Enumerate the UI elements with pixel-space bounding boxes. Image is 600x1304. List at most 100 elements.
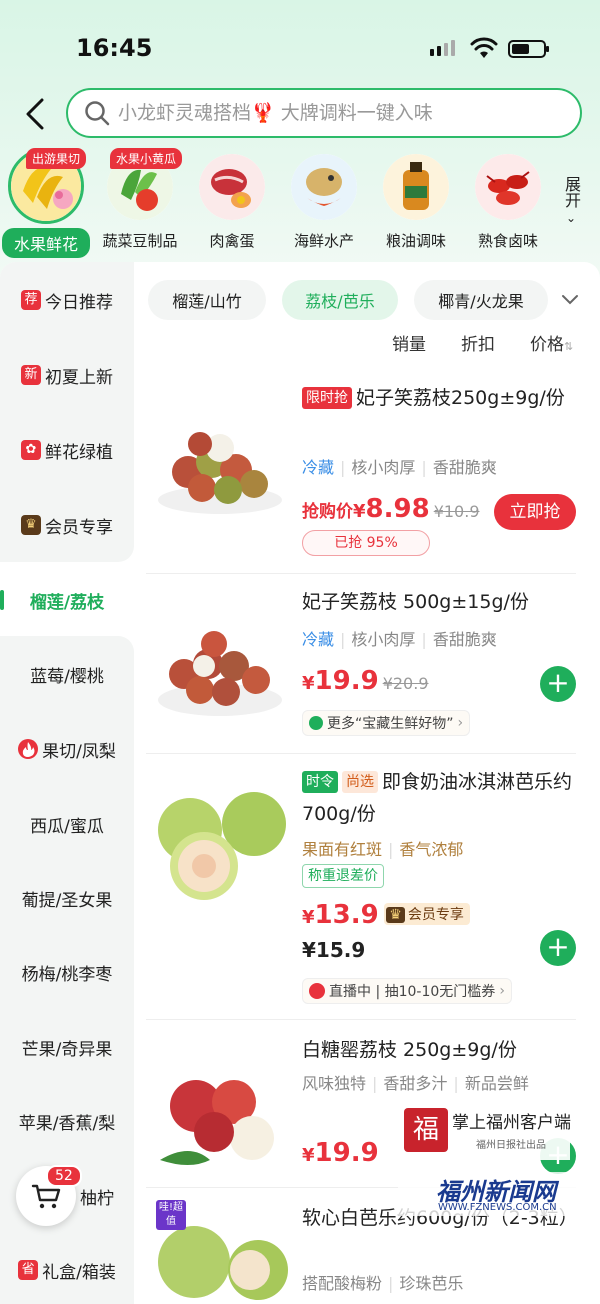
category-meat-eggs[interactable]: 肉禽蛋 <box>186 148 278 251</box>
subcategory-tabs: 榴莲/山竹 荔枝/芭乐 椰青/火龙果 <box>148 280 600 320</box>
watermark-subtitle: 福州日报社出品 <box>476 1140 546 1151</box>
tab-coconut[interactable]: 椰青/火龙果 <box>414 280 548 320</box>
sold-progress: 已抢 95% <box>302 530 430 556</box>
attr: 果面有红斑 <box>302 840 383 859</box>
search-icon <box>85 101 110 126</box>
sidebar-item-cut-fruit[interactable]: 果切/凤梨 <box>0 729 134 769</box>
sort-discount[interactable]: 折扣 <box>461 330 495 355</box>
category-promo-tag: 出游果切 <box>26 148 87 169</box>
sidebar-item-grape[interactable]: 葡提/圣女果 <box>0 878 134 918</box>
product-price: 抢购价¥8.98 ¥10.9 <box>302 494 480 524</box>
attr: 香甜脆爽 <box>432 458 497 477</box>
product-name: 妃子笑荔枝 500g±15g/份 <box>302 591 529 613</box>
battery-icon <box>508 40 549 58</box>
category-label: 海鲜水产 <box>293 232 354 250</box>
sidebar-item-bayberry[interactable]: 杨梅/桃李枣 <box>0 952 134 992</box>
sidebar-item-flowers[interactable]: ✿ 鲜花绿植 <box>0 430 134 470</box>
recommend-icon: 荐 <box>21 290 41 310</box>
new-icon: 新 <box>21 365 41 385</box>
category-vegetables[interactable]: 水果小黄瓜 蔬菜豆制品 <box>94 148 186 251</box>
status-time: 16:45 <box>76 34 153 62</box>
crayfish-image <box>475 154 541 220</box>
product-price: ¥19.9 <box>302 1138 379 1168</box>
lychee-image <box>158 432 282 514</box>
add-to-cart-button[interactable]: + <box>540 930 576 966</box>
live-label: 直播中 | 抽10-10无门槛券 <box>329 984 496 1000</box>
add-to-cart-button[interactable]: + <box>540 666 576 702</box>
watermark-site: 福州新闻网 WWW.FZNEWS.COM.CN <box>398 1172 578 1216</box>
sidebar-item-apple[interactable]: 苹果/香蕉/梨 <box>0 1101 134 1141</box>
member-label: 会员专享 <box>407 907 464 923</box>
sort-sales[interactable]: 销量 <box>392 330 426 355</box>
attr-cold: 冷藏 <box>302 458 335 477</box>
sidebar-item-label: 礼盒/箱装 <box>42 1262 116 1283</box>
guava-image <box>158 792 286 900</box>
category-seafood[interactable]: 海鲜水产 <box>278 148 370 251</box>
sidebar-item-gift-box[interactable]: 省 礼盒/箱装 <box>0 1250 134 1290</box>
live-icon <box>309 983 325 999</box>
more-products-link[interactable]: 更多“宝藏生鲜好物” › <box>302 710 471 736</box>
category-label: 蔬菜豆制品 <box>102 232 178 250</box>
product-card[interactable]: 时令 尚选 即食奶油冰淇淋芭乐约700g/份 果面有红斑 | 香气浓郁 称重退差价 ¥1… <box>146 754 576 1020</box>
tab-durian[interactable]: 榴莲/山竹 <box>148 280 266 320</box>
attr: 新品尝鲜 <box>464 1074 529 1093</box>
watermark-title: 掌上福州客户端 <box>452 1113 571 1133</box>
flash-sale-tag: 限时抢 <box>302 387 352 409</box>
price-value: 8.98 <box>365 494 430 524</box>
chevron-down-icon[interactable] <box>558 290 582 310</box>
search-bar[interactable] <box>66 88 582 138</box>
grab-now-button[interactable]: 立即抢 <box>494 494 576 530</box>
category-grain-oil[interactable]: 粮油调味 <box>370 148 462 251</box>
product-attributes: 风味独特 | 香甜多汁 | 新品尝鲜 <box>302 1074 529 1093</box>
sidebar-item-today[interactable]: 荐 今日推荐 <box>0 280 134 320</box>
product-price: ¥19.9 ¥20.9 <box>302 666 429 696</box>
category-row: 出游果切 水果鲜花 水果小黄瓜 蔬菜豆制品 肉禽蛋 海鲜水产 粮油调味 熟食卤味 <box>0 148 600 260</box>
sidebar-item-label: 葡提/圣女果 <box>21 890 113 911</box>
product-card[interactable]: 限时抢 妃子笑荔枝250g±9g/份 冷藏 | 核小肉厚 | 香甜脆爽 抢购价¥8.98 ¥… <box>146 372 576 574</box>
watermark-app: 福 掌上福州客户端 福州日报社出品 <box>400 1104 571 1160</box>
sidebar-item-label: 蓝莓/樱桃 <box>30 666 104 687</box>
category-fruit-flowers[interactable]: 出游果切 水果鲜花 <box>0 148 92 258</box>
tab-lychee[interactable]: 荔枝/芭乐 <box>282 280 398 320</box>
category-cooked-food[interactable]: 熟食卤味 <box>462 148 554 251</box>
sidebar-item-new[interactable]: 新 初夏上新 <box>0 355 134 395</box>
fire-icon <box>18 739 39 759</box>
member-price: ¥13.9 ♛ 会员专享 <box>302 900 470 930</box>
search-input[interactable] <box>118 102 558 124</box>
attr: 香甜多汁 <box>383 1074 448 1093</box>
product-name: 白糖罂荔枝 250g±9g/份 <box>302 1039 517 1061</box>
sidebar-item-member[interactable]: ♛ 会员专享 <box>0 505 134 545</box>
chevron-right-icon: › <box>457 715 464 731</box>
live-stream-link[interactable]: 直播中 | 抽10-10无门槛券 › <box>302 978 512 1004</box>
product-title: 时令 尚选 即食奶油冰淇淋芭乐约700g/份 <box>302 766 582 830</box>
category-label: 水果鲜花 <box>2 228 90 258</box>
seafood-image <box>291 154 357 220</box>
sidebar-item-label: 初夏上新 <box>45 367 113 388</box>
sidebar-item-durian-lychee[interactable]: 榴莲/荔枝 <box>0 580 134 620</box>
sidebar-item-melon[interactable]: 西瓜/蜜瓜 <box>0 804 134 844</box>
selected-tag: 尚选 <box>342 771 378 793</box>
product-card[interactable]: 妃子笑荔枝 500g±15g/份 冷藏 | 核小肉厚 | 香甜脆爽 ¥19.9 ¥20.9… <box>146 574 576 754</box>
flower-icon: ✿ <box>21 440 41 460</box>
signal-icon <box>430 40 455 56</box>
product-name: 妃子笑荔枝250g±9g/份 <box>356 387 565 409</box>
price-value: 13.9 <box>314 900 379 930</box>
sort-price[interactable]: 价格⇅ <box>530 330 573 355</box>
status-bar: 16:45 <box>0 0 600 90</box>
sidebar-item-label: 果切/凤梨 <box>42 741 116 762</box>
attr: 核小肉厚 <box>351 630 416 649</box>
lychee-image <box>158 631 282 716</box>
expand-categories-button[interactable]: 展开 ⌄ <box>556 176 586 228</box>
back-arrow-icon[interactable] <box>20 96 52 132</box>
original-price: ¥20.9 <box>382 674 429 693</box>
sidebar-item-label: 榴莲/荔枝 <box>29 592 105 613</box>
sidebar-item-blueberry-cherry[interactable]: 蓝莓/樱桃 <box>0 654 134 694</box>
sidebar-item-mango[interactable]: 芒果/奇异果 <box>0 1027 134 1067</box>
product-attributes: 搭配酸梅粉 | 珍珠芭乐 <box>302 1274 464 1293</box>
regular-price: ¥15.9 <box>302 938 366 962</box>
original-price: ¥10.9 <box>433 502 480 521</box>
seasonal-tag: 时令 <box>302 771 338 793</box>
sidebar-item-label: 苹果/香蕉/梨 <box>18 1113 116 1134</box>
crown-icon: ♛ <box>21 515 41 535</box>
price-prefix: 抢购价 <box>302 502 353 522</box>
